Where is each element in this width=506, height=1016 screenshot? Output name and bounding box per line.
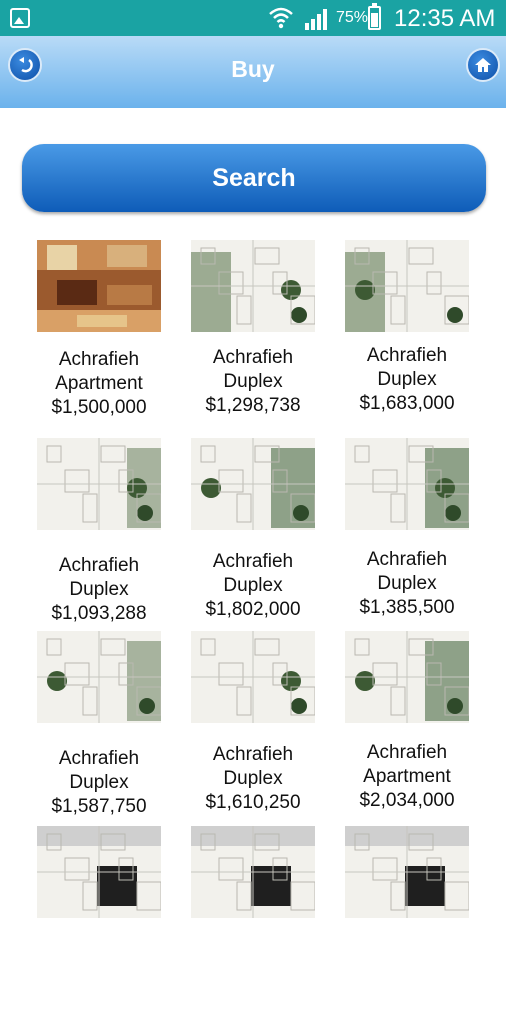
listing-card[interactable]: Achrafieh Duplex $1,802,000	[191, 438, 321, 628]
signal-icon	[305, 9, 327, 30]
floorplan-image	[345, 438, 469, 530]
listing-price: $1,683,000	[359, 393, 455, 414]
listing-area: Achrafieh	[58, 748, 140, 769]
home-button[interactable]	[466, 48, 500, 82]
listing-type: Duplex	[69, 579, 129, 600]
listing-details: Achrafieh Apartment $1,500,000	[17, 348, 181, 420]
listing-details: Achrafieh Duplex $1,298,738	[171, 346, 335, 418]
clock: 12:35 AM	[394, 5, 496, 32]
home-icon	[475, 58, 491, 72]
floorplan-image	[191, 438, 315, 530]
listing-details: Achrafieh Duplex $1,683,000	[325, 344, 489, 416]
battery-percent: 75%	[336, 9, 369, 26]
listing-card[interactable]: Achrafieh Duplex $1,587,750	[37, 631, 167, 821]
battery-icon	[368, 3, 381, 30]
listing-price: $1,610,250	[205, 792, 301, 813]
listing-type: Apartment	[55, 373, 143, 394]
listing-details: Achrafieh Apartment $2,034,000	[325, 741, 489, 813]
image-icon	[10, 8, 30, 28]
listing-details: Achrafieh Duplex $1,385,500	[325, 548, 489, 620]
listing-details: Achrafieh Duplex $1,802,000	[171, 550, 335, 622]
floorplan-image	[345, 631, 469, 723]
floorplan-image	[191, 240, 315, 332]
listing-price: $1,587,750	[51, 796, 147, 817]
listing-details: Achrafieh Duplex $1,093,288	[17, 554, 181, 626]
listing-card[interactable]: Achrafieh Duplex $1,385,500	[345, 438, 475, 628]
listing-price: $1,802,000	[205, 599, 301, 620]
floorplan-image	[191, 826, 315, 918]
listing-card[interactable]: Achrafieh Duplex $1,683,000	[345, 240, 475, 430]
floorplan-image	[191, 631, 315, 723]
listing-card[interactable]	[345, 826, 475, 1016]
wifi-icon	[269, 7, 293, 29]
listing-price: $1,093,288	[51, 603, 147, 624]
listing-card[interactable]: Achrafieh Apartment $2,034,000	[345, 631, 475, 821]
listing-type: Duplex	[377, 369, 437, 390]
floorplan-image	[345, 240, 469, 332]
listing-area: Achrafieh	[366, 345, 448, 366]
listing-price: $2,034,000	[359, 790, 455, 811]
listing-area: Achrafieh	[366, 549, 448, 570]
listing-area: Achrafieh	[212, 744, 294, 765]
listing-card[interactable]: Achrafieh Duplex $1,610,250	[191, 631, 321, 821]
listing-area: Achrafieh	[366, 742, 448, 763]
page-title: Buy	[231, 56, 275, 82]
app-header: Buy	[0, 36, 506, 108]
listing-type: Duplex	[223, 371, 283, 392]
listing-type: Duplex	[223, 575, 283, 596]
listing-details: Achrafieh Duplex $1,610,250	[171, 743, 335, 815]
listing-card[interactable]	[191, 826, 321, 1016]
listing-price: $1,298,738	[205, 395, 301, 416]
floorplan-image	[37, 826, 161, 918]
listing-price: $1,385,500	[359, 597, 455, 618]
listing-card[interactable]: Achrafieh Apartment $1,500,000	[37, 240, 167, 430]
listing-price: $1,500,000	[51, 397, 147, 418]
floorplan-image	[345, 826, 469, 918]
listing-details: Achrafieh Duplex $1,587,750	[17, 747, 181, 819]
listing-area: Achrafieh	[212, 551, 294, 572]
floorplan-image	[37, 438, 161, 530]
listing-type: Duplex	[223, 768, 283, 789]
listing-area: Achrafieh	[212, 347, 294, 368]
listing-card[interactable]: Achrafieh Duplex $1,298,738	[191, 240, 321, 430]
floorplan-image	[37, 631, 161, 723]
listing-photo	[37, 240, 161, 332]
listing-area: Achrafieh	[58, 555, 140, 576]
listing-card[interactable]	[37, 826, 167, 1016]
search-button[interactable]: Search	[22, 144, 486, 212]
listing-type: Apartment	[363, 766, 451, 787]
listing-card[interactable]: Achrafieh Duplex $1,093,288	[37, 438, 167, 628]
listing-type: Duplex	[69, 772, 129, 793]
listing-type: Duplex	[377, 573, 437, 594]
listing-area: Achrafieh	[58, 349, 140, 370]
status-bar: 75% 12:35 AM	[0, 0, 506, 36]
